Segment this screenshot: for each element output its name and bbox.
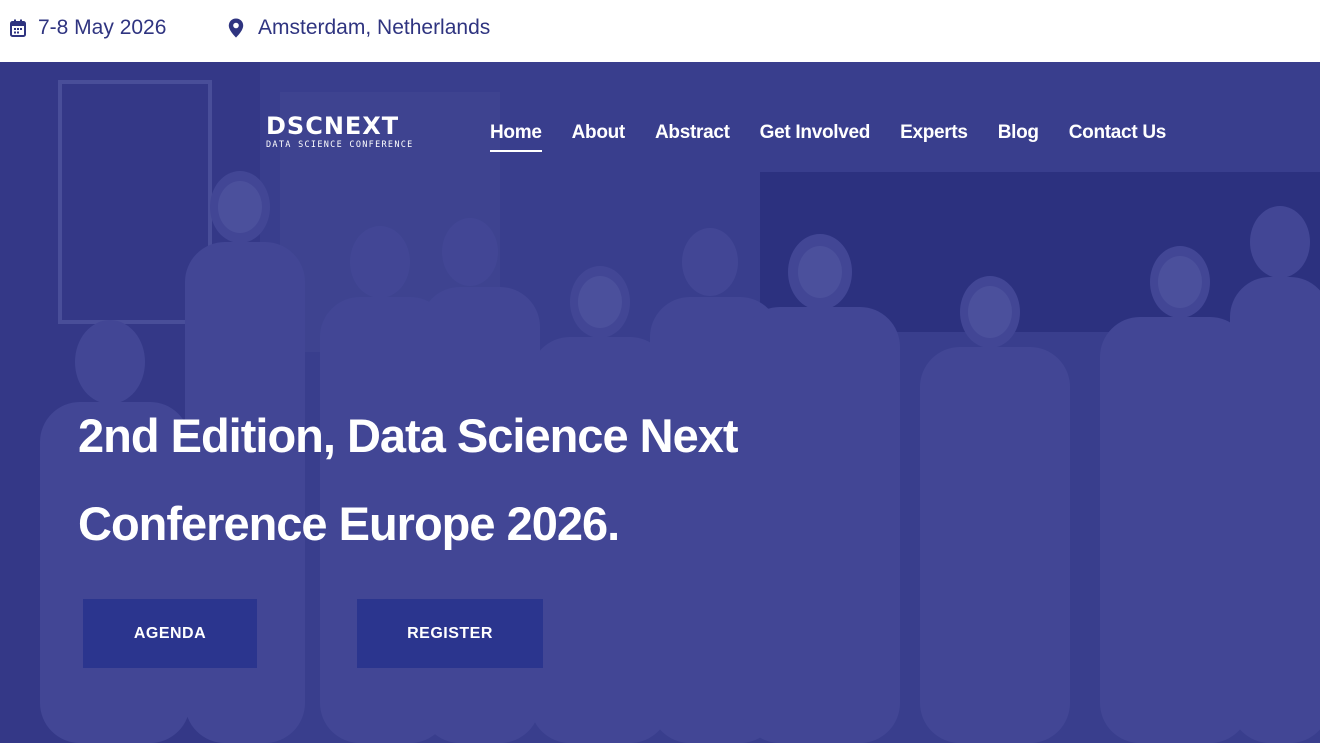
logo-wordmark: DSCNEXT xyxy=(266,112,400,140)
nav-get-involved[interactable]: Get Involved xyxy=(760,122,871,152)
nav-blog[interactable]: Blog xyxy=(998,122,1039,152)
logo-tagline: DATA SCIENCE CONFERENCE xyxy=(266,140,414,150)
nav-contact-us[interactable]: Contact Us xyxy=(1069,122,1167,152)
hero-headline: 2nd Edition, Data Science Next Conferenc… xyxy=(78,392,838,568)
hero-section: DSCNEXT DATA SCIENCE CONFERENCE Home Abo… xyxy=(0,62,1320,743)
event-date-text: 7-8 May 2026 xyxy=(38,16,167,39)
hero-headline-line1: 2nd Edition, Data Science Next xyxy=(78,409,739,462)
map-pin-icon xyxy=(228,18,258,38)
top-info-bar: 7-8 May 2026 Amsterdam, Netherlands xyxy=(0,0,1320,62)
agenda-button[interactable]: AGENDA xyxy=(83,599,257,668)
calendar-icon xyxy=(10,19,38,37)
event-date: 7-8 May 2026 xyxy=(10,16,166,40)
nav-experts[interactable]: Experts xyxy=(900,122,968,152)
event-location-text: Amsterdam, Netherlands xyxy=(258,16,491,39)
site-logo[interactable]: DSCNEXT DATA SCIENCE CONFERENCE xyxy=(266,114,414,150)
nav-abstract[interactable]: Abstract xyxy=(655,122,730,152)
hero-headline-line2: Conference Europe 2026. xyxy=(78,497,620,550)
register-button[interactable]: REGISTER xyxy=(357,599,543,668)
nav-about[interactable]: About xyxy=(572,122,626,152)
event-location: Amsterdam, Netherlands xyxy=(228,16,490,40)
main-nav: Home About Abstract Get Involved Experts… xyxy=(490,122,1196,152)
nav-home[interactable]: Home xyxy=(490,122,542,152)
